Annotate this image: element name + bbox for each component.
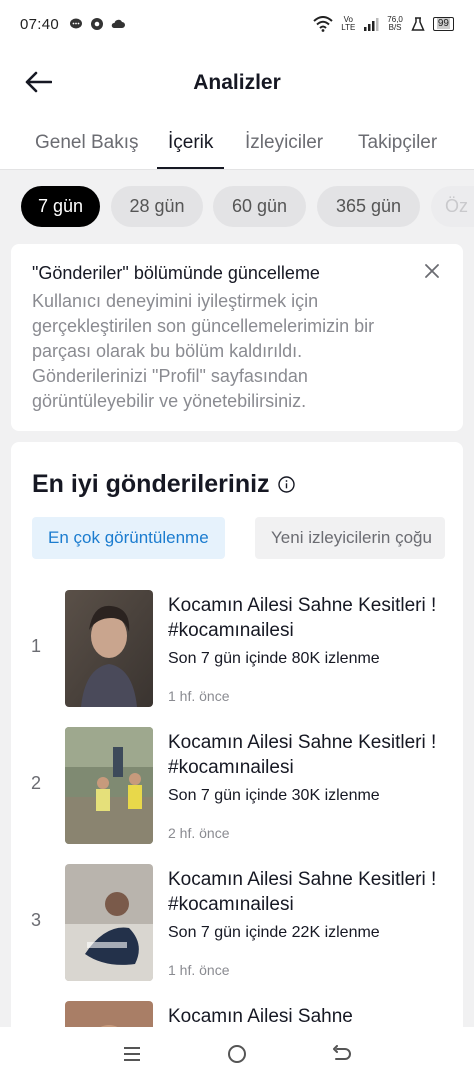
post-age: 1 hf. önce: [168, 688, 230, 704]
close-icon: [425, 264, 439, 278]
post-thumbnail: [65, 727, 153, 844]
update-notice: "Gönderiler" bölümünde güncelleme Kullan…: [11, 244, 463, 431]
chip-custom[interactable]: Öz: [431, 186, 474, 227]
filter-most-views[interactable]: En çok görüntülenme: [32, 517, 225, 559]
chip-60-days[interactable]: 60 gün: [213, 186, 306, 227]
post-views: Son 7 gün içinde 80K izlenme: [168, 650, 380, 667]
post-title: Kocamın Ailesi Sahne Kesitleri ! #kocamı…: [168, 595, 437, 641]
post-thumbnail-image: [65, 727, 153, 844]
tab-followers[interactable]: Takipçiler: [358, 118, 437, 169]
notice-close-button[interactable]: [421, 260, 443, 282]
back-button[interactable]: [22, 66, 54, 98]
post-title: Kocamın Ailesi Sahne Kesitleri ! #kocamı…: [168, 732, 437, 778]
top-posts-heading: En iyi gönderileriniz: [32, 470, 295, 499]
post-views: Son 7 gün içinde 22K izlenme: [168, 924, 380, 941]
home-circle-icon: [227, 1044, 246, 1063]
notice-body: Kullanıcı deneyimini iyileştirmek için g…: [32, 291, 375, 411]
top-posts-card: En iyi gönderileriniz En çok görüntülenm…: [11, 442, 463, 1042]
post-item[interactable]: 3 Kocamın Ailesi Sahne Kesitleri ! #koca…: [11, 864, 463, 984]
signal-icon: [364, 18, 379, 31]
system-nav-bar: [0, 1027, 474, 1080]
post-age: 1 hf. önce: [168, 962, 230, 978]
chip-365-days[interactable]: 365 gün: [317, 186, 420, 227]
tab-viewers[interactable]: İzleyiciler: [245, 118, 323, 169]
volte-bottom: LTE: [341, 23, 356, 32]
message-icon: [70, 18, 83, 29]
date-range-chips: 7 gün 28 gün 60 gün 365 gün Öz: [0, 170, 474, 242]
tab-overview[interactable]: Genel Bakış: [35, 118, 139, 169]
speed-unit: B/S: [388, 23, 402, 32]
tabs-fade: [434, 118, 474, 169]
post-title: Kocamın Ailesi Sahne: [168, 1006, 353, 1027]
post-age: 2 hf. önce: [168, 825, 230, 841]
page-title: Analizler: [193, 71, 281, 94]
home-button[interactable]: [225, 1042, 249, 1066]
post-title: Kocamın Ailesi Sahne Kesitleri ! #kocamı…: [168, 869, 437, 915]
lab-flask-icon: [411, 17, 425, 31]
back-arrow-icon: [25, 71, 52, 93]
chip-28-days[interactable]: 28 gün: [111, 186, 203, 227]
recent-apps-button[interactable]: [120, 1042, 144, 1066]
tab-content[interactable]: İçerik: [156, 118, 225, 169]
status-time: 07:40: [20, 15, 60, 33]
post-item[interactable]: 1 Kocamın Ailesi Sahne Kesitleri ! #koca…: [11, 590, 463, 710]
status-bar: 07:40 Vo LTE 76,0 B/S 99: [0, 0, 474, 48]
menu-icon: [124, 1046, 141, 1061]
post-rank: 3: [31, 910, 42, 930]
post-thumbnail: [65, 590, 153, 707]
notice-title: "Gönderiler" bölümünde güncelleme: [32, 263, 320, 283]
post-rank: 2: [31, 773, 42, 793]
post-views: Son 7 gün içinde 30K izlenme: [168, 787, 380, 804]
app-bar: Analizler: [0, 48, 474, 118]
post-item[interactable]: 2 Kocamın Ailesi Sahne Kesitleri ! #koca…: [11, 727, 463, 847]
system-back-button[interactable]: [330, 1042, 354, 1066]
battery-indicator: 99: [432, 17, 454, 31]
cloud-icon: [111, 19, 126, 28]
return-icon: [332, 1044, 351, 1060]
filter-new-viewers[interactable]: Yeni izleyicilerin çoğu: [255, 517, 445, 559]
tab-bar: Genel Bakış İçerik İzleyiciler Takipçile…: [0, 118, 474, 170]
wifi-icon: [313, 16, 333, 32]
battery-level: 99: [436, 18, 450, 29]
volte-indicator: Vo LTE: [341, 16, 355, 32]
info-icon[interactable]: [277, 476, 295, 493]
chip-7-days[interactable]: 7 gün: [21, 186, 100, 227]
network-speed: 76,0 B/S: [387, 16, 403, 32]
app-notification-icon: [91, 18, 104, 30]
post-thumbnail-image: [65, 590, 153, 707]
post-thumbnail: [65, 864, 153, 981]
top-posts-title: En iyi gönderileriniz: [32, 470, 270, 498]
post-rank: 1: [31, 636, 42, 656]
post-thumbnail-image: [65, 864, 153, 981]
